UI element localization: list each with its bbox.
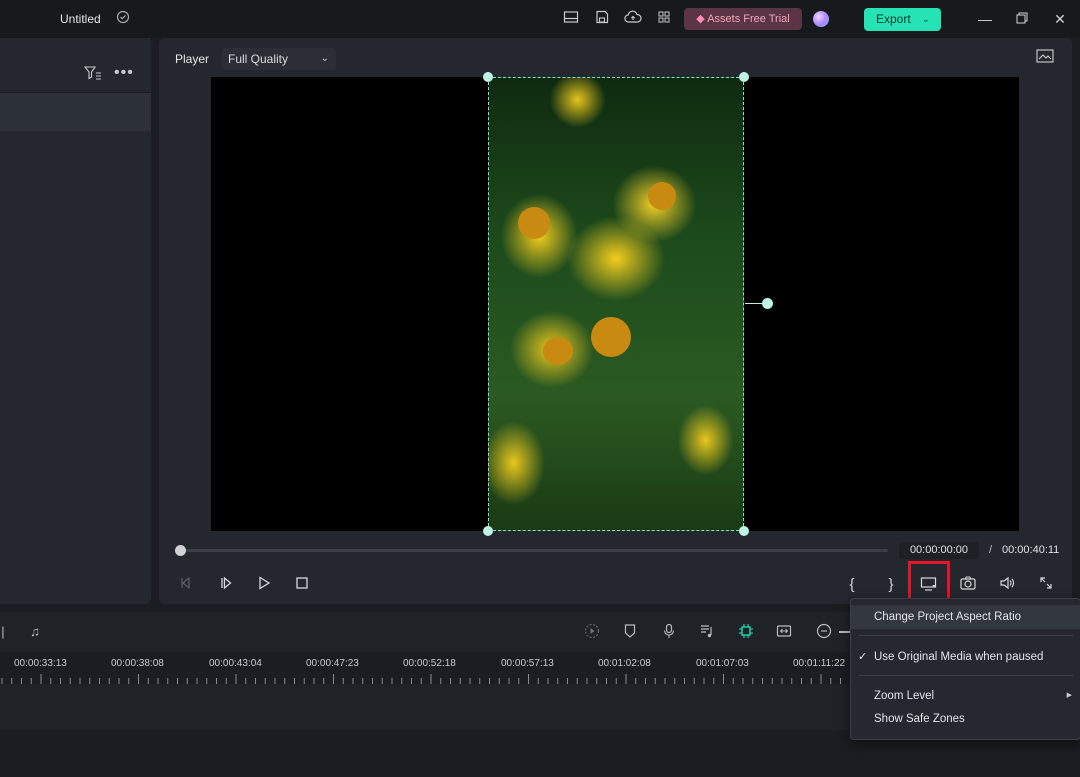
playhead-knob[interactable]	[175, 545, 186, 556]
filter-icon[interactable]	[83, 66, 102, 82]
previous-frame-icon[interactable]	[176, 576, 196, 594]
next-frame-icon[interactable]	[216, 576, 236, 594]
tick-label: 00:00:43:04	[209, 658, 262, 669]
close-icon[interactable]: ✕	[1050, 10, 1070, 28]
stop-icon[interactable]	[292, 576, 312, 594]
total-time: 00:00:40:11	[1002, 544, 1060, 556]
layout-icon[interactable]	[562, 10, 580, 28]
microphone-icon[interactable]	[660, 623, 678, 641]
selection-box[interactable]	[488, 77, 744, 531]
restore-icon[interactable]	[1012, 10, 1032, 28]
minimize-icon[interactable]: —	[975, 10, 995, 28]
tick-label: 00:00:47:23	[306, 658, 359, 669]
quality-value: Full Quality	[228, 52, 289, 66]
menu-item-show-safe-zones[interactable]: Show Safe Zones	[851, 707, 1080, 731]
cloud-upload-icon[interactable]	[624, 10, 642, 28]
resize-handle[interactable]	[739, 526, 749, 536]
tick-label: 00:00:33:13	[14, 658, 67, 669]
zoom-out-icon[interactable]	[815, 623, 833, 641]
ruler-ticks	[1, 674, 841, 684]
snapshot-icon[interactable]	[958, 576, 978, 594]
export-label: Export	[876, 12, 911, 26]
tick-label: 00:00:38:08	[111, 658, 164, 669]
menu-item-zoom-level[interactable]: Zoom Level ▶	[851, 684, 1080, 708]
fullscreen-icon[interactable]	[1036, 576, 1056, 594]
player-label: Player	[175, 52, 210, 66]
render-icon[interactable]	[583, 623, 601, 641]
menu-divider	[858, 635, 1073, 636]
mark-out-icon[interactable]: }	[881, 576, 901, 594]
resize-handle[interactable]	[739, 72, 749, 82]
ai-icon[interactable]	[737, 623, 755, 641]
time-separator: /	[989, 544, 993, 556]
menu-divider	[858, 675, 1073, 676]
tick-label: 00:01:11:22	[793, 658, 846, 669]
export-button[interactable]: Export ⌄	[864, 8, 941, 31]
submenu-arrow-icon: ▶	[1066, 692, 1072, 699]
media-panel-toolbar	[0, 93, 151, 131]
assets-free-trial-button[interactable]: ◆ Assets Free Trial	[684, 8, 802, 30]
play-icon[interactable]	[254, 576, 274, 594]
volume-icon[interactable]	[997, 576, 1017, 594]
gem-icon: ◆	[696, 13, 708, 25]
playback-progress-bar[interactable]	[180, 549, 888, 552]
cloud-status-icon[interactable]	[114, 10, 132, 28]
current-time[interactable]: 00:00:00:00	[899, 542, 979, 559]
chevron-down-icon: ⌄	[320, 53, 329, 64]
resize-handle[interactable]	[483, 72, 493, 82]
tick-label: 00:01:07:03	[696, 658, 749, 669]
menu-item-use-original-media[interactable]: ✓ Use Original Media when paused	[851, 645, 1080, 669]
grid-icon[interactable]	[655, 10, 673, 28]
tick-label: 00:00:52:18	[403, 658, 456, 669]
project-title: Untitled	[60, 12, 101, 26]
music-list-icon[interactable]	[698, 623, 716, 641]
media-panel	[0, 38, 151, 604]
rotate-handle[interactable]	[762, 298, 773, 309]
tick-label: 00:00:57:13	[501, 658, 554, 669]
more-options-icon[interactable]: •••	[114, 64, 134, 81]
save-icon[interactable]	[593, 10, 611, 28]
mark-in-icon[interactable]: {	[842, 576, 862, 594]
avatar[interactable]	[813, 11, 829, 27]
replace-icon[interactable]	[775, 623, 793, 641]
checkmark-icon: ✓	[858, 651, 868, 663]
chevron-down-icon: ⌄	[922, 14, 930, 24]
menu-item-change-aspect-ratio[interactable]: Change Project Aspect Ratio	[851, 605, 1080, 629]
tick-label: 00:01:02:08	[598, 658, 651, 669]
image-icon[interactable]	[1036, 49, 1056, 67]
split-icon[interactable]: |	[0, 623, 12, 641]
marker-icon[interactable]	[621, 623, 639, 641]
display-context-menu: Change Project Aspect Ratio ✓ Use Origin…	[850, 598, 1080, 740]
audio-icon[interactable]: ♫	[26, 623, 44, 641]
quality-dropdown[interactable]: Full Quality ⌄	[222, 48, 336, 70]
resize-handle[interactable]	[483, 526, 493, 536]
